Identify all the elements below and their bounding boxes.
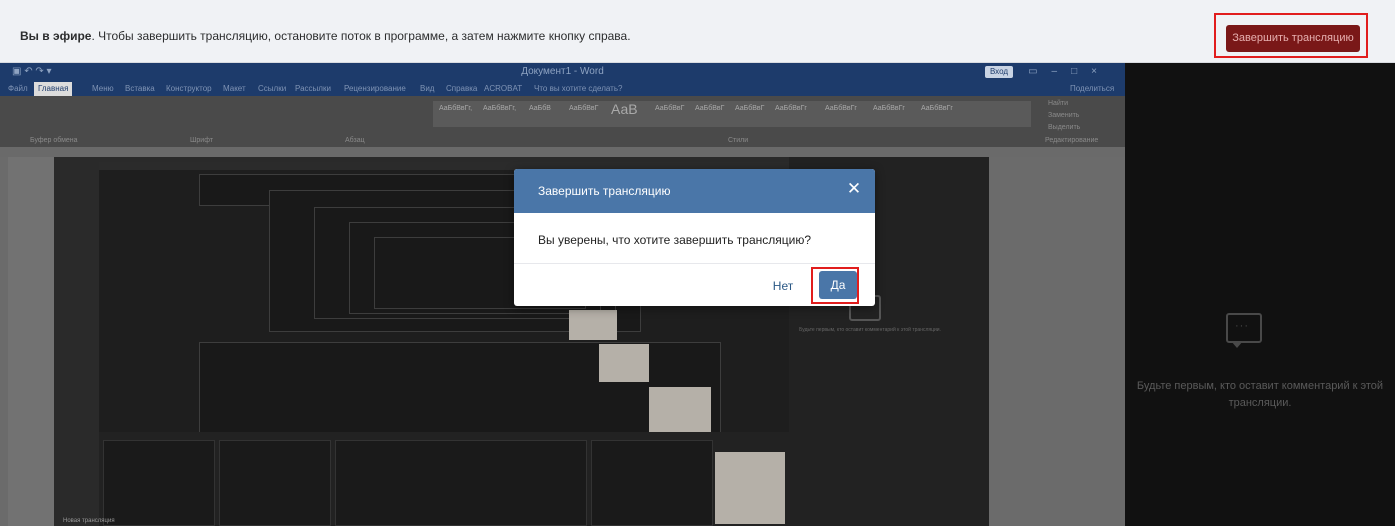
comment-icon: ···	[1226, 313, 1262, 348]
dialog-header: Завершить трансляцию ✕	[514, 169, 875, 213]
live-instructions: . Чтобы завершить трансляцию, остановите…	[91, 29, 631, 43]
word-left-margin	[0, 157, 54, 526]
live-status-message: Вы в эфире. Чтобы завершить трансляцию, …	[20, 29, 631, 43]
ribbon-group-label: Шрифт	[190, 137, 214, 144]
captured-chat-hint: Будьте первым, кто оставит комментарий к…	[799, 327, 941, 333]
close-icon[interactable]: ✕	[846, 180, 862, 197]
word-tab: Конструктор	[166, 84, 212, 93]
word-right-margin	[989, 157, 1125, 526]
style-sample: АаБбВвГг,	[483, 105, 517, 112]
ribbon-replace: Заменить	[1048, 112, 1080, 119]
chat-panel: ··· Будьте первым, кто оставит комментар…	[1125, 63, 1395, 526]
ribbon-select: Выделить	[1048, 124, 1081, 131]
live-status-bar: Вы в эфире. Чтобы завершить трансляцию, …	[0, 0, 1395, 63]
word-styles-gallery: АаБбВвГг, АаБбВвГг, АаБбВ АаБбВвГ АаВ Аа…	[433, 101, 1031, 127]
word-tab: Файл	[8, 84, 28, 93]
capture-thumbnail	[715, 452, 785, 524]
dialog-title: Завершить трансляцию	[538, 184, 671, 198]
word-tab: Ссылки	[258, 84, 287, 93]
word-tab: Макет	[223, 84, 246, 93]
ribbon-group-label: Редактирование	[1045, 137, 1099, 144]
style-sample: АаБбВ	[529, 105, 551, 112]
style-sample: АаБбВвГ	[655, 105, 685, 112]
chat-empty-hint: Будьте первым, кто оставит комментарий к…	[1136, 380, 1384, 409]
word-titlebar: ▣ ↶ ↷ ▾ Документ1 - Word Вход ▭–□×	[0, 63, 1125, 82]
word-tab-active: Главная	[34, 82, 73, 96]
style-sample: АаБбВвГ	[569, 105, 599, 112]
yes-button-highlight	[811, 267, 859, 304]
style-sample: АаБбВвГ	[695, 105, 725, 112]
word-tab: Вид	[420, 84, 435, 93]
dialog-divider	[514, 263, 875, 264]
word-share: Поделиться	[1070, 84, 1115, 93]
window-controls-icon: ▭–□×	[1028, 66, 1111, 77]
word-tab: ACROBAT	[484, 84, 523, 93]
ribbon-group-label: Буфер обмена	[30, 137, 78, 144]
word-tab: Справка	[446, 84, 478, 93]
capture-thumbnail	[569, 310, 617, 340]
word-tab: Рассылки	[295, 84, 331, 93]
word-tab: Меню	[92, 84, 114, 93]
word-login-button: Вход	[985, 66, 1013, 78]
word-ribbon: АаБбВвГг, АаБбВвГг, АаБбВ АаБбВвГ АаВ Аа…	[0, 96, 1125, 147]
end-button-highlight	[1214, 13, 1368, 58]
dialog-message: Вы уверены, что хотите завершить трансля…	[538, 233, 812, 247]
ribbon-group-label: Стили	[728, 137, 749, 144]
live-label: Вы в эфире	[20, 29, 92, 43]
style-sample: АаБбВвГг,	[439, 105, 473, 112]
word-tell-me: Что вы хотите сделать?	[534, 84, 623, 93]
obs-dock-panels	[99, 432, 789, 526]
no-button[interactable]: Нет	[768, 276, 798, 296]
style-sample: АаБбВвГг	[921, 105, 953, 112]
capture-thumbnail	[599, 344, 649, 382]
style-sample: АаБбВвГг	[825, 105, 857, 112]
style-sample: АаБбВвГг	[873, 105, 905, 112]
style-sample: АаВ	[611, 101, 638, 117]
word-tab: Рецензирование	[344, 84, 406, 93]
word-ruler	[0, 147, 1125, 157]
capture-thumbnail	[649, 387, 711, 432]
word-window-title: Документ1 - Word	[521, 66, 604, 77]
ribbon-find: Найти	[1048, 100, 1068, 107]
ribbon-group-label: Абзац	[345, 137, 365, 144]
style-sample: АаБбВвГ	[735, 105, 765, 112]
word-ribbon-tabs: Файл Главная Меню Вставка Конструктор Ма…	[0, 82, 1125, 96]
style-sample: АаБбВвГг	[775, 105, 807, 112]
word-tab: Вставка	[125, 84, 155, 93]
captured-broadcast-label: Новая трансляция	[63, 518, 115, 524]
